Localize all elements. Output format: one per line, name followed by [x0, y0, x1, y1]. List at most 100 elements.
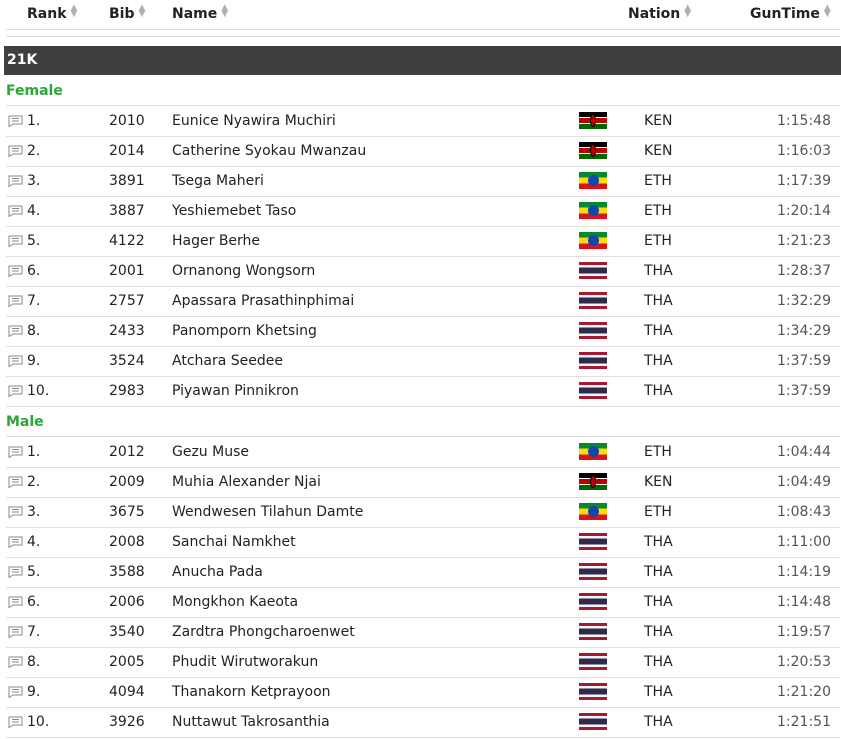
- runner-name-cell: Gezu Muse: [172, 444, 249, 460]
- guntime-cell: 1:15:48: [777, 113, 831, 129]
- table-row[interactable]: 7. 2757 Apassara Prasathinphimai THA 1:32:29: [6, 286, 840, 317]
- header-divider: [6, 29, 840, 30]
- bib-cell: 3588: [109, 564, 145, 580]
- table-row[interactable]: 4. 2008 Sanchai Namkhet THA 1:11:00: [6, 527, 840, 558]
- comment-icon[interactable]: [8, 115, 23, 128]
- table-row[interactable]: 7. 3540 Zardtra Phongcharoenwet THA 1:19:57: [6, 617, 840, 648]
- guntime-cell: 1:34:29: [777, 323, 831, 339]
- rank-cell: 6.: [27, 594, 41, 610]
- runner-name-cell: Eunice Nyawira Muchiri: [172, 113, 336, 129]
- comment-icon[interactable]: [8, 355, 23, 368]
- rank-cell: 8.: [27, 654, 41, 670]
- nation-cell: KEN: [644, 143, 673, 159]
- sort-arrows-icon: ▲ ▼: [684, 3, 692, 19]
- comment-icon[interactable]: [8, 235, 23, 248]
- sort-bib-header[interactable]: Bib ▲ ▼: [109, 3, 146, 23]
- nation-cell: ETH: [644, 504, 672, 520]
- comment-icon[interactable]: [8, 265, 23, 278]
- runner-name-cell: Panomporn Khetsing: [172, 323, 317, 339]
- comment-icon[interactable]: [8, 205, 23, 218]
- nation-cell: KEN: [644, 113, 673, 129]
- comment-icon[interactable]: [8, 536, 23, 549]
- rank-cell: 5.: [27, 564, 41, 580]
- table-row[interactable]: 6. 2001 Ornanong Wongsorn THA 1:28:37: [6, 256, 840, 287]
- runner-name-cell: Nuttawut Takrosanthia: [172, 714, 330, 730]
- tha-flag-icon: [579, 322, 607, 339]
- table-row[interactable]: 5. 3588 Anucha Pada THA 1:14:19: [6, 557, 840, 588]
- table-row[interactable]: 1. 2012 Gezu Muse ETH 1:04:44: [6, 437, 840, 468]
- tha-flag-icon: [579, 593, 607, 610]
- bib-cell: 2006: [109, 594, 145, 610]
- table-row[interactable]: 1. 2010 Eunice Nyawira Muchiri KEN 1:15:48: [6, 106, 840, 137]
- table-row[interactable]: 9. 3524 Atchara Seedee THA 1:37:59: [6, 346, 840, 377]
- bib-cell: 2012: [109, 444, 145, 460]
- bib-cell: 2983: [109, 383, 145, 399]
- table-row[interactable]: 3. 3891 Tsega Maheri ETH 1:17:39: [6, 166, 840, 197]
- nation-cell: THA: [644, 684, 673, 700]
- comment-icon[interactable]: [8, 596, 23, 609]
- comment-icon[interactable]: [8, 656, 23, 669]
- sort-guntime-header[interactable]: GunTime ▲ ▼: [750, 4, 831, 23]
- bib-cell: 2005: [109, 654, 145, 670]
- guntime-cell: 1:04:44: [777, 444, 831, 460]
- guntime-cell: 1:37:59: [777, 383, 831, 399]
- nation-cell: THA: [644, 293, 673, 309]
- guntime-cell: 1:11:00: [777, 534, 831, 550]
- comment-icon[interactable]: [8, 566, 23, 579]
- tha-flag-icon: [579, 713, 607, 730]
- eth-flag-icon: [579, 232, 607, 249]
- comment-icon[interactable]: [8, 506, 23, 519]
- comment-icon[interactable]: [8, 716, 23, 729]
- bib-cell: 3524: [109, 353, 145, 369]
- table-row[interactable]: 2. 2014 Catherine Syokau Mwanzau KEN 1:16:03: [6, 136, 840, 167]
- tha-flag-icon: [579, 533, 607, 550]
- guntime-cell: 1:19:57: [777, 624, 831, 640]
- bib-cell: 2009: [109, 474, 145, 490]
- bib-cell: 2014: [109, 143, 145, 159]
- comment-icon[interactable]: [8, 626, 23, 639]
- table-row[interactable]: 9. 4094 Thanakorn Ketprayoon THA 1:21:20: [6, 677, 840, 708]
- guntime-header-label: GunTime: [750, 6, 820, 22]
- sort-rank-header[interactable]: Rank ▲ ▼: [27, 4, 77, 23]
- nation-header-label: Nation: [628, 6, 681, 22]
- runner-name-cell: Atchara Seedee: [172, 353, 283, 369]
- guntime-cell: 1:21:51: [777, 714, 831, 730]
- sort-arrows-icon: ▲ ▼: [138, 3, 146, 19]
- runner-name-cell: Thanakorn Ketprayoon: [172, 684, 331, 700]
- bib-cell: 2757: [109, 293, 145, 309]
- table-row[interactable]: 10. 3926 Nuttawut Takrosanthia THA 1:21:51: [6, 707, 840, 738]
- table-row[interactable]: 5. 4122 Hager Berhe ETH 1:21:23: [6, 226, 840, 257]
- table-row[interactable]: 10. 2983 Piyawan Pinnikron THA 1:37:59: [6, 376, 840, 407]
- nation-cell: ETH: [644, 203, 672, 219]
- bib-cell: 2010: [109, 113, 145, 129]
- comment-icon[interactable]: [8, 446, 23, 459]
- table-row[interactable]: 2. 2009 Muhia Alexander Njai KEN 1:04:49: [6, 467, 840, 498]
- comment-icon[interactable]: [8, 295, 23, 308]
- sort-name-header[interactable]: Name ▲ ▼: [172, 4, 228, 23]
- rank-cell: 1.: [27, 444, 41, 460]
- rank-cell: 9.: [27, 684, 41, 700]
- table-row[interactable]: 4. 3887 Yeshiemebet Taso ETH 1:20:14: [6, 196, 840, 227]
- table-row[interactable]: 8. 2005 Phudit Wirutworakun THA 1:20:53: [6, 647, 840, 678]
- guntime-cell: 1:08:43: [777, 504, 831, 520]
- runner-name-cell: Tsega Maheri: [172, 173, 264, 189]
- runner-name-cell: Hager Berhe: [172, 233, 261, 249]
- nation-cell: ETH: [644, 444, 672, 460]
- sort-nation-header[interactable]: Nation ▲ ▼: [628, 3, 692, 23]
- comment-icon[interactable]: [8, 175, 23, 188]
- tha-flag-icon: [579, 623, 607, 640]
- comment-icon[interactable]: [8, 476, 23, 489]
- comment-icon[interactable]: [8, 325, 23, 338]
- comment-icon[interactable]: [8, 686, 23, 699]
- guntime-cell: 1:04:49: [777, 474, 831, 490]
- section-title: 21K: [7, 52, 38, 68]
- rank-cell: 10.: [27, 714, 50, 730]
- table-row[interactable]: 6. 2006 Mongkhon Kaeota THA 1:14:48: [6, 587, 840, 618]
- table-row[interactable]: 3. 3675 Wendwesen Tilahun Damte ETH 1:08:43: [6, 497, 840, 528]
- guntime-cell: 1:28:37: [777, 263, 831, 279]
- table-row[interactable]: 8. 2433 Panomporn Khetsing THA 1:34:29: [6, 316, 840, 347]
- bib-cell: 3540: [109, 624, 145, 640]
- eth-flag-icon: [579, 443, 607, 460]
- comment-icon[interactable]: [8, 145, 23, 158]
- comment-icon[interactable]: [8, 385, 23, 398]
